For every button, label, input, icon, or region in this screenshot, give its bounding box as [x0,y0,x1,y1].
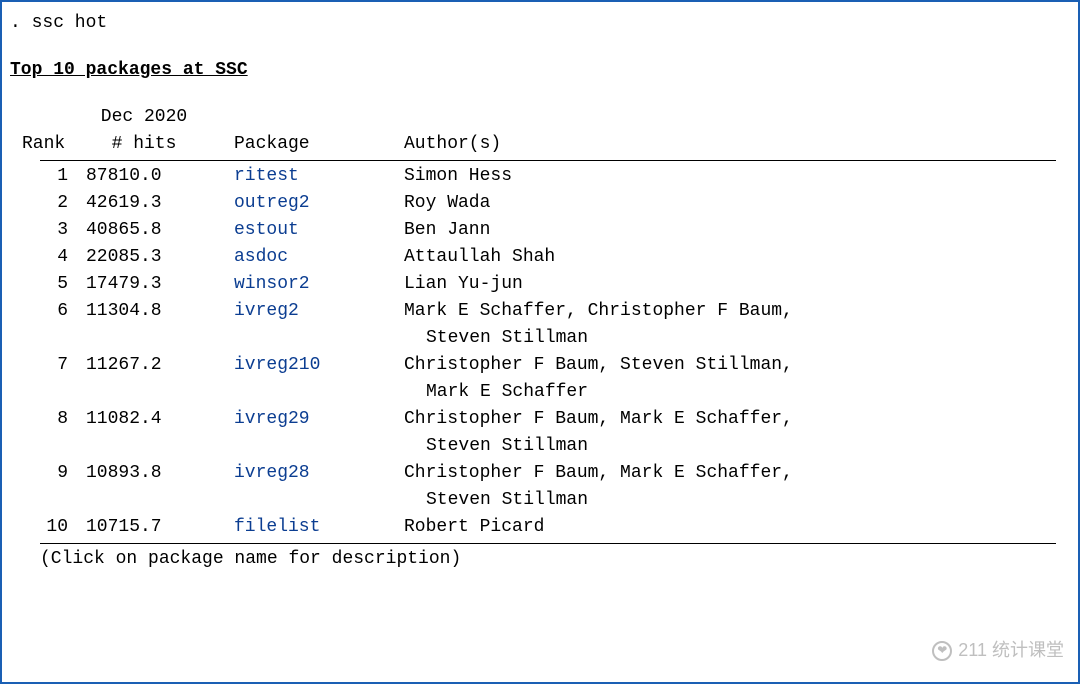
cell-rank: 9 [14,460,84,487]
cell-rank: 1 [14,163,84,190]
cell-authors: Christopher F Baum, Steven Stillman,Mark… [384,352,1070,406]
cell-rank: 3 [14,217,84,244]
cell-rank: 5 [14,271,84,298]
cell-authors: Robert Picard [384,514,1070,541]
footer-note: (Click on package name for description) [14,546,1070,573]
cell-hits: 22085.3 [84,244,204,271]
watermark: ❤ 211 统计课堂 [932,637,1064,664]
packages-table: Rank Dec 2020 # hits Package Author(s) 1… [10,104,1070,573]
cell-authors: Roy Wada [384,190,1070,217]
author-line-continuation: Steven Stillman [404,487,1040,514]
table-row: 187810.0 ritest Simon Hess [14,163,1070,190]
package-link[interactable]: filelist [234,517,320,537]
table-row: 242619.3 outreg2 Roy Wada [14,190,1070,217]
author-line: Simon Hess [404,163,1040,190]
table-row: 611304.8 ivreg2 Mark E Schaffer, Christoph… [14,298,1070,352]
table-row: 1010715.7 filelist Robert Picard [14,514,1070,541]
divider-top [40,160,1056,161]
cell-package: ivreg210 [204,352,384,379]
header-package: Package [204,104,384,158]
cell-rank: 2 [14,190,84,217]
cell-package: estout [204,217,384,244]
cell-rank: 6 [14,298,84,325]
package-link[interactable]: winsor2 [234,274,310,294]
cell-rank: 7 [14,352,84,379]
cell-package: asdoc [204,244,384,271]
cell-authors: Simon Hess [384,163,1070,190]
author-line: Christopher F Baum, Mark E Schaffer, [404,406,1040,433]
cell-rank: 8 [14,406,84,433]
cell-hits: 11082.4 [84,406,204,433]
cell-hits: 17479.3 [84,271,204,298]
author-line: Mark E Schaffer, Christopher F Baum, [404,298,1040,325]
package-link[interactable]: ivreg29 [234,409,310,429]
cell-package: ivreg28 [204,460,384,487]
cell-authors: Christopher F Baum, Mark E Schaffer,Stev… [384,406,1070,460]
cell-hits: 11304.8 [84,298,204,325]
cell-authors: Attaullah Shah [384,244,1070,271]
cell-hits: 87810.0 [84,163,204,190]
table-row: 517479.3 winsor2 Lian Yu-jun [14,271,1070,298]
author-line: Roy Wada [404,190,1040,217]
package-link[interactable]: ritest [234,166,299,186]
command-text: . ssc hot [10,13,107,33]
package-link[interactable]: ivreg2 [234,301,299,321]
author-line: Christopher F Baum, Steven Stillman, [404,352,1040,379]
table-header-row: Rank Dec 2020 # hits Package Author(s) [14,104,1070,158]
cell-package: ivreg29 [204,406,384,433]
wechat-icon: ❤ [932,641,952,661]
cell-package: ritest [204,163,384,190]
author-line: Ben Jann [404,217,1040,244]
package-link[interactable]: ivreg28 [234,463,310,483]
cell-authors: Mark E Schaffer, Christopher F Baum,Stev… [384,298,1070,352]
header-rank: Rank [14,104,84,158]
header-authors: Author(s) [384,104,1070,158]
cell-authors: Christopher F Baum, Mark E Schaffer,Stev… [384,460,1070,514]
cell-authors: Lian Yu-jun [384,271,1070,298]
package-link[interactable]: estout [234,220,299,240]
author-line-continuation: Steven Stillman [404,433,1040,460]
author-line-continuation: Steven Stillman [404,325,1040,352]
table-row: 711267.2 ivreg210 Christopher F Baum, Stev… [14,352,1070,406]
section-title: Top 10 packages at SSC [10,57,1070,84]
cell-rank: 10 [14,514,84,541]
cell-authors: Ben Jann [384,217,1070,244]
watermark-text: 211 统计课堂 [958,637,1064,664]
cell-rank: 4 [14,244,84,271]
cell-hits: 42619.3 [84,190,204,217]
author-line: Robert Picard [404,514,1040,541]
command-prompt-line: . ssc hot [10,10,1070,37]
table-row: 422085.3 asdoc Attaullah Shah [14,244,1070,271]
table-row: 811082.4 ivreg29 Christopher F Baum, Mark … [14,406,1070,460]
cell-hits: 11267.2 [84,352,204,379]
cell-hits: 10893.8 [84,460,204,487]
author-line: Lian Yu-jun [404,271,1040,298]
package-link[interactable]: outreg2 [234,193,310,213]
table-row: 340865.8 estout Ben Jann [14,217,1070,244]
cell-package: outreg2 [204,190,384,217]
package-link[interactable]: ivreg210 [234,355,320,375]
package-link[interactable]: asdoc [234,247,288,267]
cell-hits: 10715.7 [84,514,204,541]
cell-package: ivreg2 [204,298,384,325]
cell-package: winsor2 [204,271,384,298]
divider-bottom [40,543,1056,544]
author-line-continuation: Mark E Schaffer [404,379,1040,406]
cell-hits: 40865.8 [84,217,204,244]
author-line: Attaullah Shah [404,244,1040,271]
cell-package: filelist [204,514,384,541]
header-hits: Dec 2020 # hits [84,104,204,158]
table-body: 187810.0 ritest Simon Hess 242619.3 outreg2 R… [14,163,1070,541]
author-line: Christopher F Baum, Mark E Schaffer, [404,460,1040,487]
table-row: 910893.8 ivreg28 Christopher F Baum, Mark … [14,460,1070,514]
